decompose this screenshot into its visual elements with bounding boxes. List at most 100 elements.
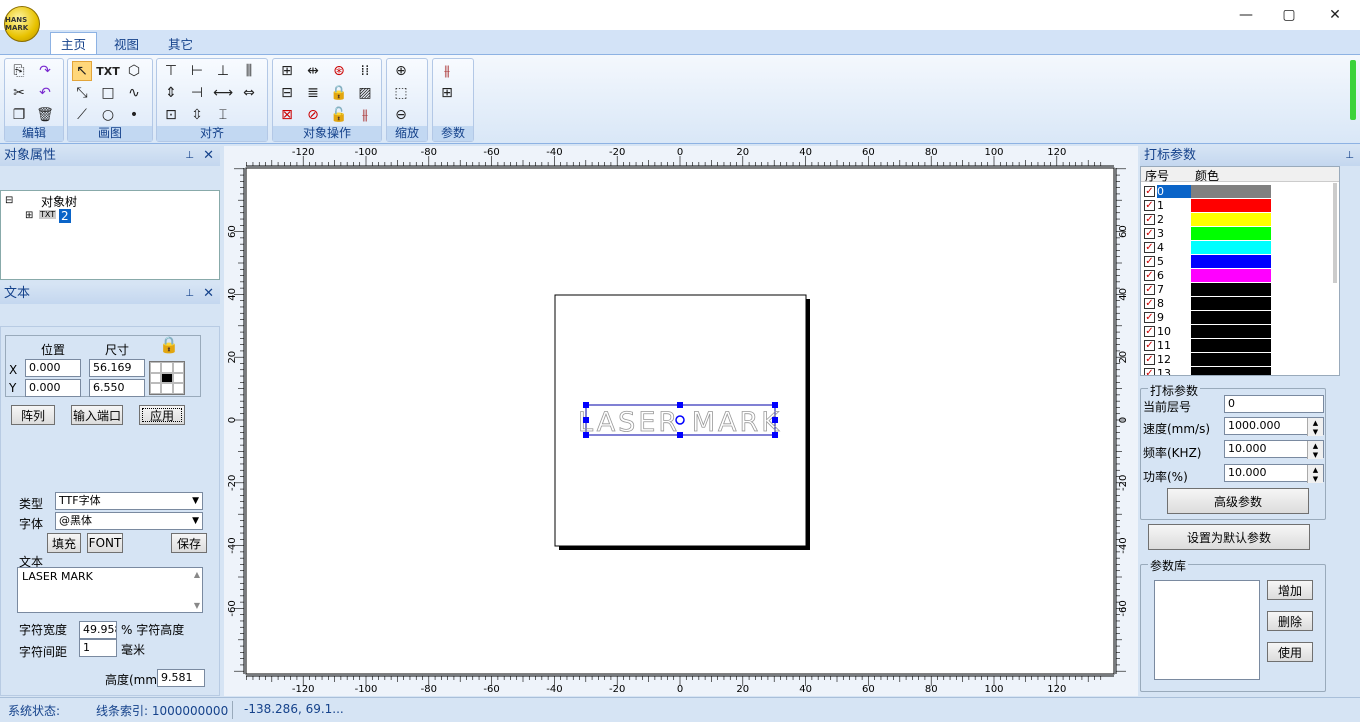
array-dots-icon[interactable]: ⁞⁞ [355,61,375,81]
cur-layer-input[interactable]: 0 [1224,395,1324,413]
layer-row[interactable]: ✓ 1 [1141,199,1327,213]
align-top-icon[interactable]: ⊤ [161,61,181,81]
pos-y-input[interactable]: 0.000 [25,379,81,397]
anchor-grid[interactable] [149,361,185,395]
layer-row[interactable]: ✓ 12 [1141,353,1327,367]
advanced-params-button[interactable]: 高级参数 [1167,488,1309,514]
use-button[interactable]: 使用 [1267,642,1313,662]
curve-icon[interactable]: ∿ [124,83,144,103]
tab-home[interactable]: 主页 [50,32,98,54]
params-settings-icon[interactable]: ⊞ [437,83,457,103]
paste-icon[interactable]: ⎘ [9,61,29,81]
rotate-neg90-icon[interactable]: ⊘ [303,105,323,125]
layer-row[interactable]: ✓ 13 [1141,367,1327,375]
circle-icon[interactable]: ○ [98,105,118,125]
cut-icon[interactable]: ✂ [9,83,29,103]
type-select[interactable]: TTF字体 ▼ [55,492,203,510]
zoom-in-icon[interactable]: ⊕ [391,61,411,81]
array-button[interactable]: 阵列 [11,405,55,425]
copy-icon[interactable]: ❐ [9,105,29,125]
tab-view[interactable]: 视图 [104,32,149,54]
rectangle-icon[interactable]: □ [98,83,118,103]
center-icon[interactable]: ⊡ [161,105,181,125]
layer-color-swatch[interactable] [1191,213,1271,226]
fill-button[interactable]: 填充 [47,533,81,553]
delete-group-icon[interactable]: ⊠ [277,105,297,125]
align-bottom-icon[interactable]: ⊥ [213,61,233,81]
layer-checkbox[interactable]: ✓ [1144,214,1155,225]
minimize-button[interactable]: — [1223,0,1269,30]
layer-row[interactable]: ✓ 8 [1141,297,1327,311]
layer-color-swatch[interactable] [1191,367,1271,375]
delete-button[interactable]: 删除 [1267,611,1313,631]
align-left-icon[interactable]: ⊢ [187,61,207,81]
sort-icon[interactable]: ≣ [303,83,323,103]
point-icon[interactable]: • [124,105,144,125]
char-spacing-input[interactable]: 1 [79,639,117,657]
layer-row[interactable]: ✓ 4 [1141,241,1327,255]
select-pointer-icon[interactable]: ↖ [72,61,92,81]
height-input[interactable]: 9.581 [157,669,205,687]
layer-row[interactable]: ✓ 6 [1141,269,1327,283]
layer-row[interactable]: ✓ 0 [1141,185,1327,199]
layer-row[interactable]: ✓ 10 [1141,325,1327,339]
size-w-input[interactable]: 56.169 [89,359,145,377]
same-size-icon[interactable]: ⌶ [213,105,233,125]
font-button[interactable]: FONT [87,533,123,553]
close-panel-icon[interactable]: ✕ [203,146,214,166]
param-lib-list[interactable] [1154,580,1260,680]
layer-row[interactable]: ✓ 3 [1141,227,1327,241]
char-width-input[interactable]: 49.958 [79,621,117,639]
polygon-icon[interactable]: ⬡ [124,61,144,81]
layer-checkbox[interactable]: ✓ [1144,284,1155,295]
layer-row[interactable]: ✓ 2 [1141,213,1327,227]
pin-icon[interactable]: ⊥ [185,284,194,304]
drawing-canvas[interactable]: -120 -100 -80 -60 -40 -20 0 20 40 60 80 100 120 -120… [224,146,1138,696]
tree-expand-icon[interactable]: ⊞ [25,210,33,221]
delete-icon[interactable]: 🗑 [35,105,55,125]
align-hcenter-icon[interactable]: ⇔ [239,83,259,103]
layer-color-swatch[interactable] [1191,339,1271,352]
layer-checkbox[interactable]: ✓ [1144,256,1155,267]
speed-spinner[interactable]: ▲ ▼ [1307,418,1323,436]
redo-icon[interactable]: ↷ [35,61,55,81]
tree-item-2[interactable]: 2 [59,209,71,223]
layer-checkbox[interactable]: ✓ [1144,228,1155,239]
zoom-fit-icon[interactable]: ⊖ [391,105,411,125]
layer-color-swatch[interactable] [1191,185,1271,198]
layer-checkbox[interactable]: ✓ [1144,368,1155,375]
scroll-up-icon[interactable]: ▲ [194,570,200,579]
undo-icon[interactable]: ↶ [35,83,55,103]
power-spinner[interactable]: ▲ ▼ [1307,465,1323,483]
pos-x-input[interactable]: 0.000 [25,359,81,377]
layer-checkbox[interactable]: ✓ [1144,312,1155,323]
layer-color-swatch[interactable] [1191,227,1271,240]
save-button[interactable]: 保存 [171,533,207,553]
layer-row[interactable]: ✓ 9 [1141,311,1327,325]
text-tool-icon[interactable]: TXT [96,61,120,81]
lock-ratio-icon[interactable]: 🔒 [159,335,181,357]
close-panel-icon[interactable]: ✕ [203,284,214,304]
add-button[interactable]: 增加 [1267,580,1313,600]
pin-icon[interactable]: ⊥ [185,146,194,166]
layer-color-swatch[interactable] [1191,199,1271,212]
same-height-icon[interactable]: ⇳ [187,105,207,125]
layer-color-swatch[interactable] [1191,283,1271,296]
rotate-90-icon[interactable]: ⊛ [329,61,349,81]
ungroup-icon[interactable]: ⊟ [277,83,297,103]
params-sliders-icon[interactable]: ⫵ [437,61,457,81]
hatch-icon[interactable]: ▨ [355,83,375,103]
layer-color-swatch[interactable] [1191,325,1271,338]
tree-collapse-icon[interactable]: ⊟ [5,195,13,206]
align-right-icon[interactable]: ⊣ [187,83,207,103]
apply-button[interactable]: 应用 [139,405,185,425]
input-port-button[interactable]: 输入端口 [71,405,123,425]
same-width-icon[interactable]: ⟷ [213,83,233,103]
mirror-icon[interactable]: ⇹ [303,61,323,81]
layer-color-swatch[interactable] [1191,353,1271,366]
font-select[interactable]: @黑体 ▼ [55,512,203,530]
layer-color-swatch[interactable] [1191,255,1271,268]
line-icon[interactable]: ⟋ [72,105,92,125]
layer-params-icon[interactable]: ⫵ [355,105,375,125]
layer-checkbox[interactable]: ✓ [1144,270,1155,281]
